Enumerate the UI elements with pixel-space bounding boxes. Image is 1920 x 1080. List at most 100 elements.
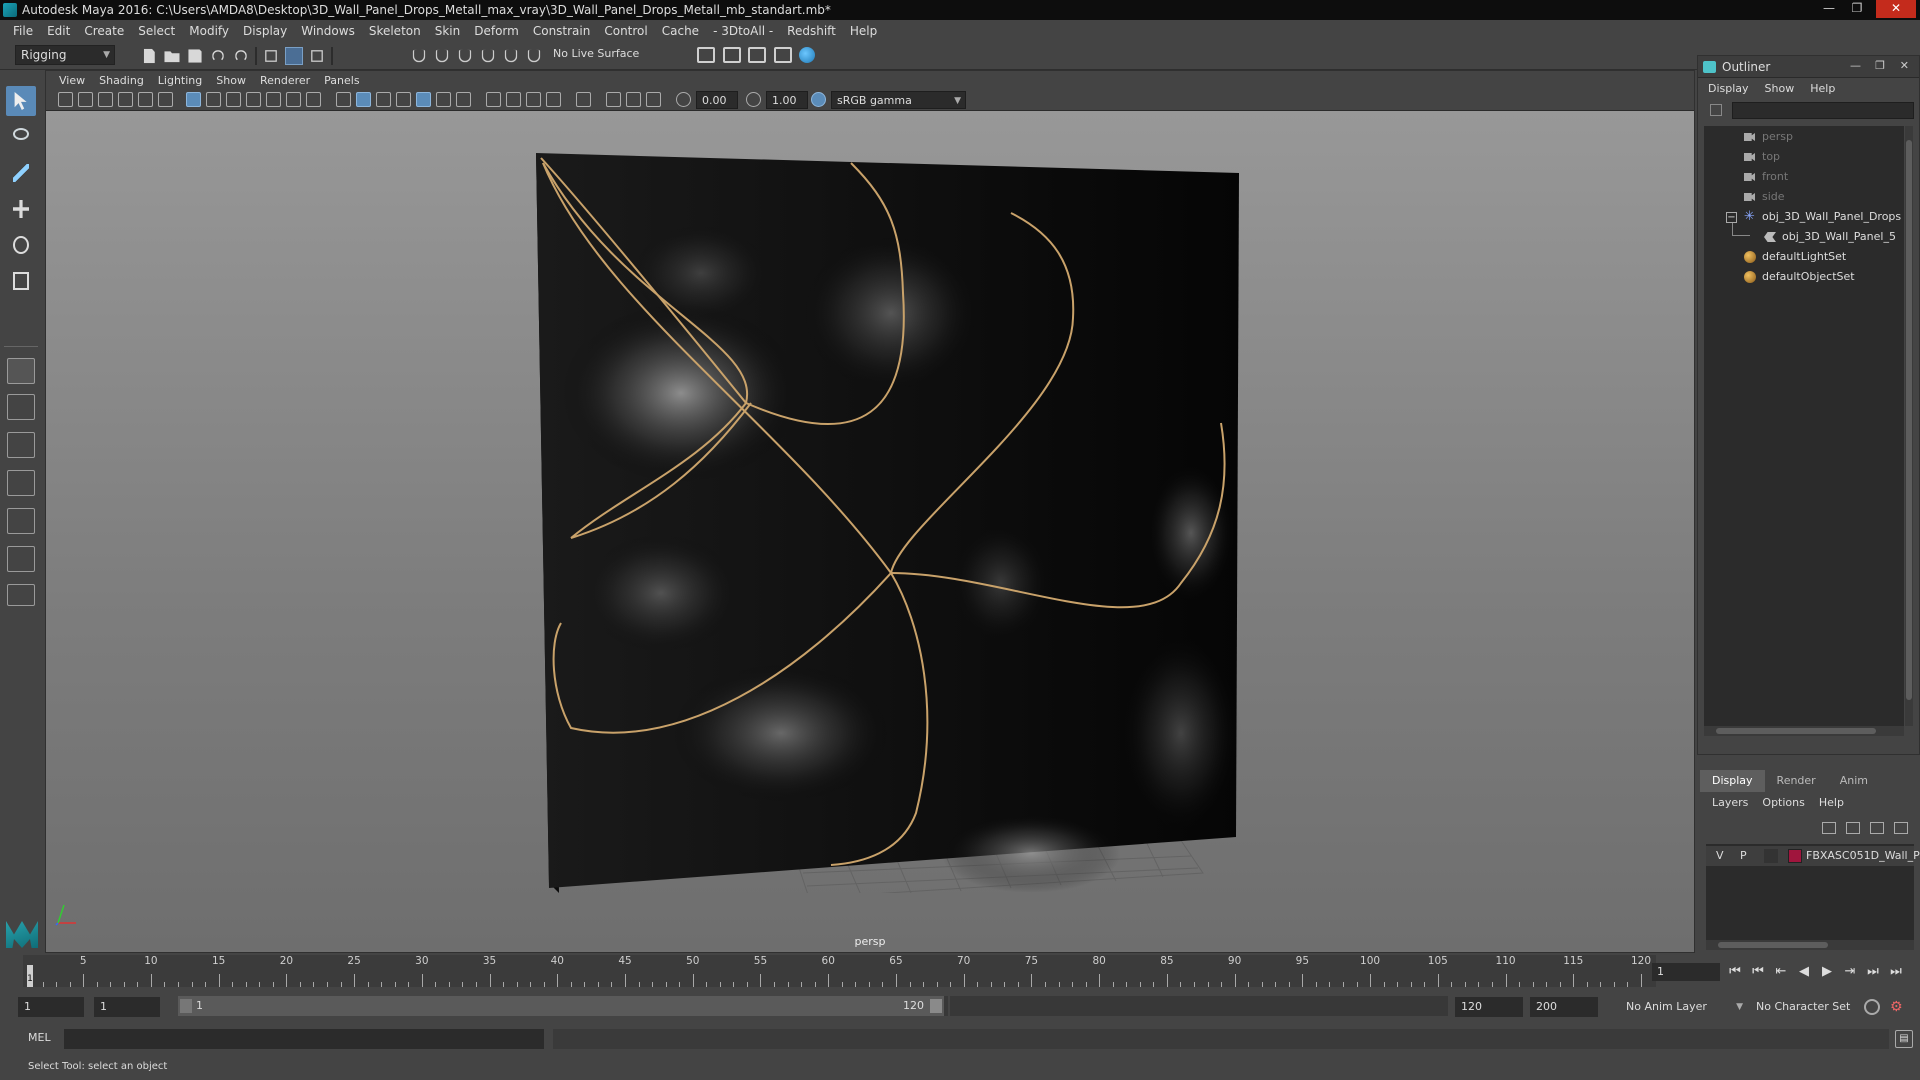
rotate-tool-button[interactable]: [6, 230, 36, 260]
layer-menu-options[interactable]: Options: [1762, 796, 1818, 814]
outliner-close-button[interactable]: ✕: [1900, 59, 1909, 72]
four-pane-layout-button[interactable]: [7, 394, 35, 420]
ipr-render-icon[interactable]: [722, 47, 741, 63]
panel-menu-renderer[interactable]: Renderer: [253, 74, 317, 87]
isolate-select-icon[interactable]: [576, 92, 591, 107]
select-object-icon[interactable]: [285, 47, 303, 65]
layer-name[interactable]: FBXASC051D_Wall_Par: [1806, 846, 1920, 866]
play-backwards-icon[interactable]: ◀: [1796, 964, 1812, 980]
bookmark-icon[interactable]: [98, 92, 113, 107]
menu-select[interactable]: Select: [131, 24, 182, 38]
animation-preferences-icon[interactable]: ⚙: [1890, 999, 1906, 1015]
panel-menu-shading[interactable]: Shading: [92, 74, 151, 87]
snap-point-icon[interactable]: [458, 49, 472, 63]
snap-grid-icon[interactable]: [412, 49, 426, 63]
resolution-gate-icon[interactable]: [226, 92, 241, 107]
character-set-dropdown[interactable]: No Character Set: [1752, 997, 1862, 1017]
gate-mask-icon[interactable]: [246, 92, 261, 107]
tree-item-side[interactable]: side: [1744, 188, 1785, 206]
xray-icon[interactable]: [606, 92, 621, 107]
outliner-vertical-scrollbar[interactable]: [1905, 126, 1913, 726]
render-current-frame-icon[interactable]: [697, 47, 715, 63]
new-scene-icon[interactable]: [143, 48, 155, 64]
menu-display[interactable]: Display: [236, 24, 294, 38]
minimize-button[interactable]: —: [1816, 0, 1842, 18]
range-end-handle[interactable]: [930, 999, 942, 1013]
custom-layout-button[interactable]: [7, 546, 35, 572]
safe-title-icon[interactable]: [306, 92, 321, 107]
time-slider[interactable]: 5 10 15 20 25 30 35 40 45 50 55 60 65 70 75 80 85 90 95 100…: [23, 955, 1656, 987]
animation-start-field[interactable]: 1: [18, 997, 84, 1017]
textured-icon[interactable]: [416, 92, 431, 107]
menu-skin[interactable]: Skin: [428, 24, 468, 38]
layer-playback-toggle[interactable]: P: [1740, 846, 1747, 866]
menu-constrain[interactable]: Constrain: [526, 24, 598, 38]
grease-pencil-icon[interactable]: [158, 92, 173, 107]
menu-windows[interactable]: Windows: [294, 24, 362, 38]
menu-set-dropdown[interactable]: Rigging ▼: [15, 45, 115, 65]
image-plane-icon[interactable]: [118, 92, 133, 107]
step-forward-frame-icon[interactable]: ⇥: [1842, 964, 1858, 980]
filter-icon[interactable]: [1710, 104, 1722, 116]
range-start-handle[interactable]: [180, 999, 192, 1013]
panel-menu-lighting[interactable]: Lighting: [151, 74, 209, 87]
scale-tool-button[interactable]: [6, 266, 36, 296]
menu-create[interactable]: Create: [77, 24, 131, 38]
tree-item-wall-panel-group[interactable]: ✳ obj_3D_Wall_Panel_Drops: [1744, 208, 1901, 226]
step-forward-key-icon[interactable]: ⏭: [1865, 964, 1881, 980]
playback-end-field[interactable]: 120: [1455, 997, 1523, 1017]
select-component-icon[interactable]: [311, 50, 323, 62]
layer-row[interactable]: V P FBXASC051D_Wall_Par: [1706, 846, 1920, 866]
anim-layer-dropdown[interactable]: No Anim Layer ▼: [1622, 997, 1747, 1017]
outliner-menu-show[interactable]: Show: [1765, 82, 1811, 95]
snap-surface-icon[interactable]: [504, 49, 518, 63]
exposure-field[interactable]: 0.00: [696, 91, 738, 109]
layer-reference-toggle[interactable]: [1764, 849, 1778, 863]
film-gate-icon[interactable]: [206, 92, 221, 107]
command-input[interactable]: [64, 1029, 544, 1049]
scrollbar-thumb[interactable]: [1718, 942, 1828, 948]
menu-skeleton[interactable]: Skeleton: [362, 24, 428, 38]
2d-pan-zoom-icon[interactable]: [138, 92, 153, 107]
outliner-search-input[interactable]: [1732, 102, 1914, 119]
menu-modify[interactable]: Modify: [182, 24, 236, 38]
outliner-persp-layout-button[interactable]: [7, 432, 35, 458]
grid-toggle-icon[interactable]: [186, 92, 201, 107]
tree-item-default-object-set[interactable]: defaultObjectSet: [1744, 268, 1855, 286]
outliner-minimize-button[interactable]: —: [1850, 59, 1861, 72]
tree-item-persp[interactable]: persp: [1744, 128, 1793, 146]
outliner-maximize-button[interactable]: ❐: [1875, 59, 1885, 72]
view-transform-dropdown[interactable]: sRGB gamma ▼: [831, 91, 966, 109]
use-all-lights-icon[interactable]: [436, 92, 451, 107]
go-to-start-icon[interactable]: ⏮: [1727, 964, 1743, 980]
tree-item-wall-panel-mesh[interactable]: obj_3D_Wall_Panel_5: [1764, 228, 1896, 246]
menu-edit[interactable]: Edit: [40, 24, 77, 38]
tab-render[interactable]: Render: [1765, 770, 1828, 792]
panel-menu-show[interactable]: Show: [209, 74, 253, 87]
menu-file[interactable]: File: [6, 24, 40, 38]
go-to-end-icon[interactable]: ⏭: [1888, 964, 1904, 980]
select-hierarchy-icon[interactable]: [265, 50, 277, 62]
layer-menu-help[interactable]: Help: [1819, 796, 1858, 814]
new-empty-layer-icon[interactable]: [1870, 822, 1884, 834]
depth-of-field-icon[interactable]: [546, 92, 561, 107]
select-tool-button[interactable]: [6, 86, 36, 116]
safe-action-icon[interactable]: [286, 92, 301, 107]
gamma-field[interactable]: 1.00: [766, 91, 808, 109]
menu-deform[interactable]: Deform: [467, 24, 526, 38]
gamma-icon[interactable]: [746, 92, 761, 107]
animation-end-field[interactable]: 200: [1530, 997, 1598, 1017]
current-frame-field[interactable]: 1: [1652, 963, 1720, 981]
color-management-icon[interactable]: [811, 92, 826, 107]
snap-plane-icon[interactable]: [481, 49, 495, 63]
collapse-icon[interactable]: −: [1726, 212, 1737, 223]
default-material-icon[interactable]: [376, 92, 391, 107]
menu-cache[interactable]: Cache: [655, 24, 706, 38]
scrollbar-thumb[interactable]: [1716, 728, 1876, 734]
lasso-tool-button[interactable]: [6, 122, 36, 152]
menu-redshift[interactable]: Redshift: [780, 24, 843, 38]
field-chart-icon[interactable]: [266, 92, 281, 107]
menu-3dtoall[interactable]: - 3DtoAll -: [706, 24, 780, 38]
live-surface-field[interactable]: No Live Surface: [553, 47, 639, 60]
smooth-shade-icon[interactable]: [356, 92, 371, 107]
